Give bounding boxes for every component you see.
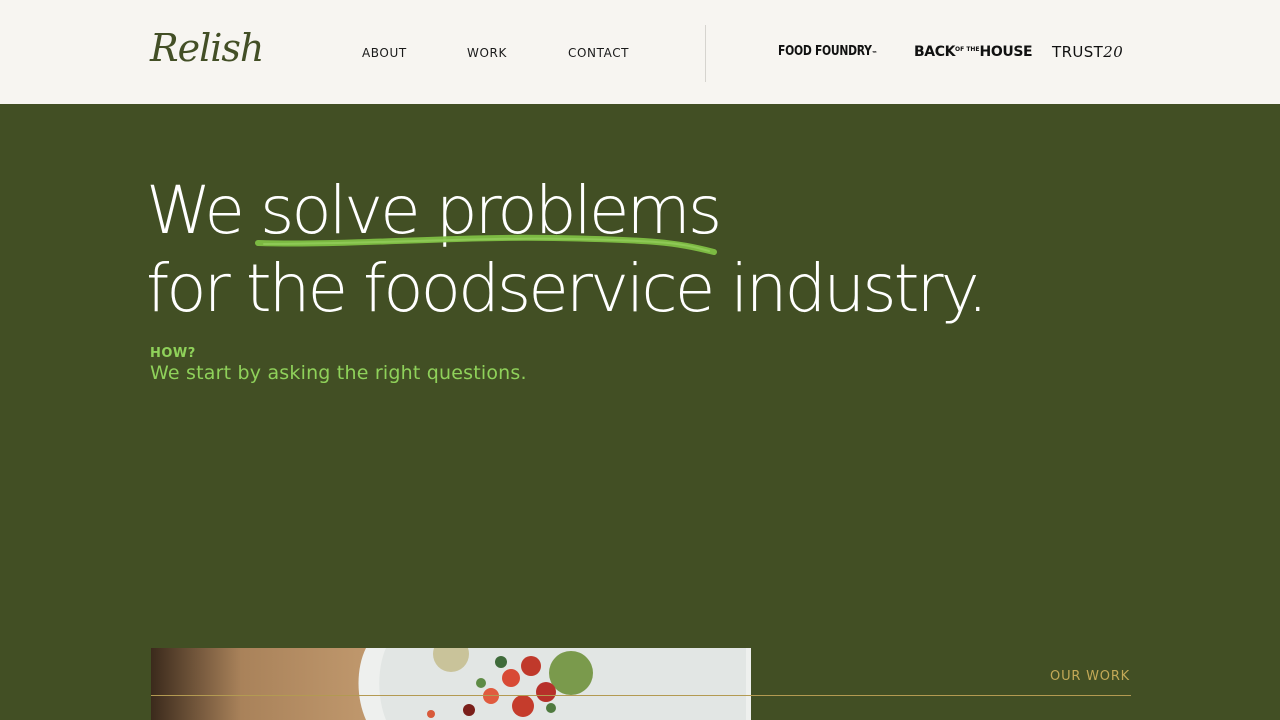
food-photo-graphic	[151, 648, 751, 720]
how-label: HOW?	[150, 346, 196, 361]
brand-trust-number: 20	[1103, 43, 1124, 61]
nav-about[interactable]: ABOUT	[362, 46, 407, 60]
site-header: Relish ABOUT WORK CONTACT FOOD FOUNDRY™ …	[0, 0, 1280, 104]
brand-boh-of: OF THE	[955, 46, 980, 53]
highlight-underline	[255, 234, 717, 255]
brand-boh-part1: BACK	[914, 44, 956, 60]
hero-subtitle: We start by asking the right questions.	[150, 362, 527, 384]
our-work-link[interactable]: OUR WORK	[1050, 669, 1130, 684]
header-divider	[705, 25, 706, 82]
hero-line-2: for the foodservice industry.	[146, 250, 988, 327]
nav-contact[interactable]: CONTACT	[568, 46, 629, 60]
our-work-divider	[151, 695, 1131, 696]
nav-work[interactable]: WORK	[467, 46, 507, 60]
brand-food-foundry-mark: ™	[871, 50, 878, 58]
food-photo	[151, 648, 751, 720]
brand-trust-text: TRUST	[1052, 43, 1104, 61]
hero-line-1-prefix: We	[146, 172, 260, 249]
brand-boh-part2: HOUSE	[979, 44, 1033, 60]
brand-back-of-house[interactable]: BACKOF THEHOUSE	[914, 44, 1033, 60]
relish-logo[interactable]: Relish	[150, 26, 264, 70]
brand-food-foundry[interactable]: FOOD FOUNDRY™	[778, 44, 877, 59]
brand-trust20[interactable]: TRUST20	[1052, 43, 1123, 61]
brand-food-foundry-name: FOOD FOUNDRY	[778, 44, 872, 59]
